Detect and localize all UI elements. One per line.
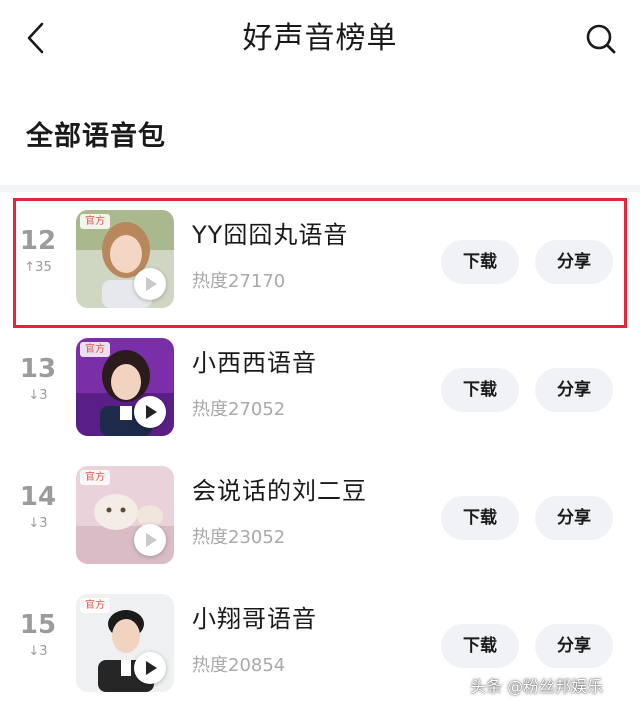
rank-number: 13 <box>19 354 57 384</box>
play-icon <box>146 405 157 419</box>
official-badge: 官方 <box>80 214 110 229</box>
voice-pack-name: 小翔哥语音 <box>192 605 317 633</box>
rank-number: 12 <box>19 226 57 256</box>
play-icon <box>146 661 157 675</box>
heat-value: 热度27052 <box>192 399 286 420</box>
rank-number: 15 <box>19 610 57 640</box>
watermark-text: 头条 @粉丝邦娱乐 <box>470 677 604 696</box>
download-button[interactable]: 下载 <box>441 368 519 412</box>
list-item[interactable]: 13 ↓3 官方 小西西语音 热度27052 下载 分享 <box>0 324 640 452</box>
share-button[interactable]: 分享 <box>535 368 613 412</box>
navigation-bar: 好声音榜单 <box>0 0 640 78</box>
play-button[interactable] <box>134 524 166 556</box>
play-button[interactable] <box>134 396 166 428</box>
heat-value: 热度23052 <box>192 527 286 548</box>
search-button[interactable] <box>584 22 618 56</box>
rank-change: ↑35 <box>24 260 52 275</box>
list-item[interactable]: 12 ↑35 官方 YY囧囧丸语音 热度27170 下载 分享 <box>0 196 640 324</box>
rank-change: ↓3 <box>28 388 48 403</box>
official-badge: 官方 <box>80 342 110 357</box>
section-divider <box>0 185 640 192</box>
voice-pack-thumbnail[interactable]: 官方 <box>76 466 174 564</box>
play-button[interactable] <box>134 652 166 684</box>
rank-change: ↓3 <box>28 644 48 659</box>
voice-pack-name: 会说话的刘二豆 <box>192 477 367 505</box>
play-icon <box>146 533 157 547</box>
page-title: 好声音榜单 <box>242 21 398 56</box>
play-button[interactable] <box>134 268 166 300</box>
heat-value: 热度27170 <box>192 271 286 292</box>
voice-pack-thumbnail[interactable]: 官方 <box>76 594 174 692</box>
voice-pack-thumbnail[interactable]: 官方 <box>76 210 174 308</box>
voice-pack-name: 小西西语音 <box>192 349 317 377</box>
rank-change: ↓3 <box>28 516 48 531</box>
play-icon <box>146 277 157 291</box>
download-button[interactable]: 下载 <box>441 240 519 284</box>
official-badge: 官方 <box>80 470 110 485</box>
voice-pack-thumbnail[interactable]: 官方 <box>76 338 174 436</box>
list-item[interactable]: 14 ↓3 官方 会说话的刘二豆 热度23052 下载 分享 <box>0 452 640 580</box>
section-title: 全部语音包 <box>26 121 166 152</box>
voice-pack-name: YY囧囧丸语音 <box>192 221 349 249</box>
rank-number: 14 <box>19 482 57 512</box>
share-button[interactable]: 分享 <box>535 624 613 668</box>
download-button[interactable]: 下载 <box>441 496 519 540</box>
share-button[interactable]: 分享 <box>535 240 613 284</box>
official-badge: 官方 <box>80 598 110 613</box>
download-button[interactable]: 下载 <box>441 624 519 668</box>
heat-value: 热度20854 <box>192 655 286 676</box>
search-icon <box>586 24 616 54</box>
share-button[interactable]: 分享 <box>535 496 613 540</box>
